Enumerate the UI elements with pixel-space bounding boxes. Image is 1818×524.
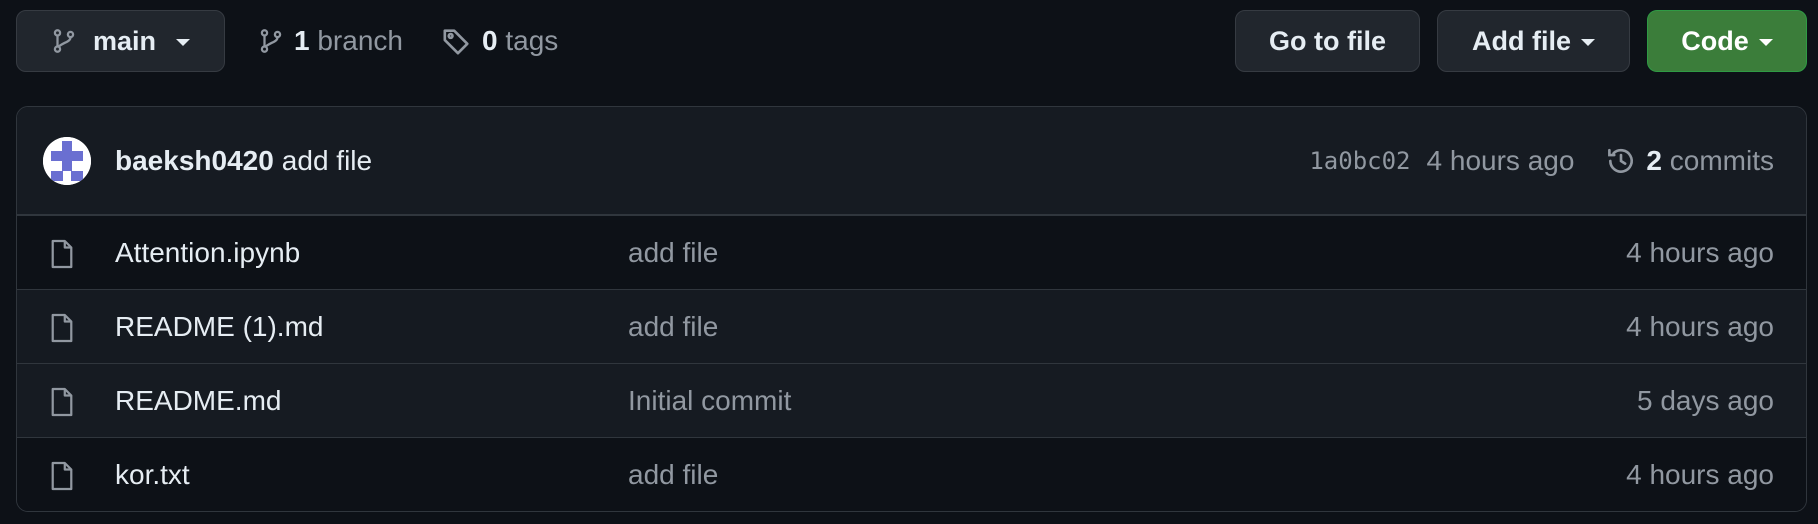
commit-count: 2 xyxy=(1646,145,1662,176)
file-name[interactable]: Attention.ipynb xyxy=(115,216,300,290)
branch-selector-button[interactable]: main xyxy=(16,10,225,72)
file-browser: baeksh0420 add file 1a0bc02 4 hours ago … xyxy=(16,106,1807,512)
file-icon xyxy=(51,239,73,269)
file-commit-time: 4 hours ago xyxy=(1626,237,1774,268)
file-row[interactable]: README.md Initial commit 5 days ago xyxy=(17,363,1806,437)
code-button[interactable]: Code xyxy=(1647,10,1807,72)
code-button-label: Code xyxy=(1681,25,1749,56)
file-icon xyxy=(51,387,73,417)
branch-count: 1 xyxy=(294,25,310,56)
identicon-avatar xyxy=(43,137,91,185)
file-commit-time: 4 hours ago xyxy=(1626,459,1774,490)
git-branch-icon xyxy=(53,29,75,53)
go-to-file-button[interactable]: Go to file xyxy=(1235,10,1420,72)
file-icon xyxy=(51,461,73,491)
file-commit-time: 4 hours ago xyxy=(1626,311,1774,342)
file-commit-message[interactable]: Initial commit xyxy=(628,364,791,438)
add-file-label: Add file xyxy=(1472,25,1571,56)
file-commit-message[interactable]: add file xyxy=(628,438,718,511)
history-icon xyxy=(1608,148,1634,173)
latest-commit-bar: baeksh0420 add file 1a0bc02 4 hours ago … xyxy=(17,107,1806,215)
branches-link[interactable]: 1 branch xyxy=(258,10,403,72)
add-file-button[interactable]: Add file xyxy=(1437,10,1630,72)
chevron-down-icon xyxy=(1758,38,1773,46)
author-avatar[interactable] xyxy=(43,137,91,185)
file-name[interactable]: README (1).md xyxy=(115,290,323,364)
chevron-down-icon xyxy=(176,38,191,46)
repo-toolbar: main 1 branch 0 tags Go to file Add file… xyxy=(0,0,1818,100)
chevron-down-icon xyxy=(1581,38,1595,46)
file-commit-message[interactable]: add file xyxy=(628,290,718,364)
file-commit-message[interactable]: add file xyxy=(628,216,718,290)
commit-author[interactable]: baeksh0420 xyxy=(115,145,274,177)
tags-link[interactable]: 0 tags xyxy=(442,10,558,72)
commit-time: 4 hours ago xyxy=(1426,145,1575,176)
file-row[interactable]: Attention.ipynb add file 4 hours ago xyxy=(17,215,1806,289)
file-icon xyxy=(51,313,73,343)
commits-link[interactable]: 2 commits xyxy=(1606,145,1774,177)
file-row[interactable]: README (1).md add file 4 hours ago xyxy=(17,289,1806,363)
branch-label: branch xyxy=(317,25,403,56)
go-to-file-label: Go to file xyxy=(1269,25,1386,56)
commit-count-label: commits xyxy=(1669,145,1774,176)
tag-count: 0 xyxy=(482,25,498,56)
commit-message[interactable]: add file xyxy=(282,145,372,177)
commit-details: 1a0bc02 4 hours ago 2 commits xyxy=(1309,107,1774,215)
file-row[interactable]: kor.txt add file 4 hours ago xyxy=(17,437,1806,511)
git-branch-icon xyxy=(260,29,282,53)
commit-sha[interactable]: 1a0bc02 xyxy=(1309,147,1410,175)
tag-icon xyxy=(443,29,469,55)
commit-author-message: baeksh0420 add file xyxy=(115,107,372,215)
tag-label: tags xyxy=(505,25,559,56)
file-commit-time: 5 days ago xyxy=(1637,385,1774,416)
file-name[interactable]: kor.txt xyxy=(115,438,190,511)
branch-selector-label: main xyxy=(93,25,157,56)
file-name[interactable]: README.md xyxy=(115,364,281,438)
